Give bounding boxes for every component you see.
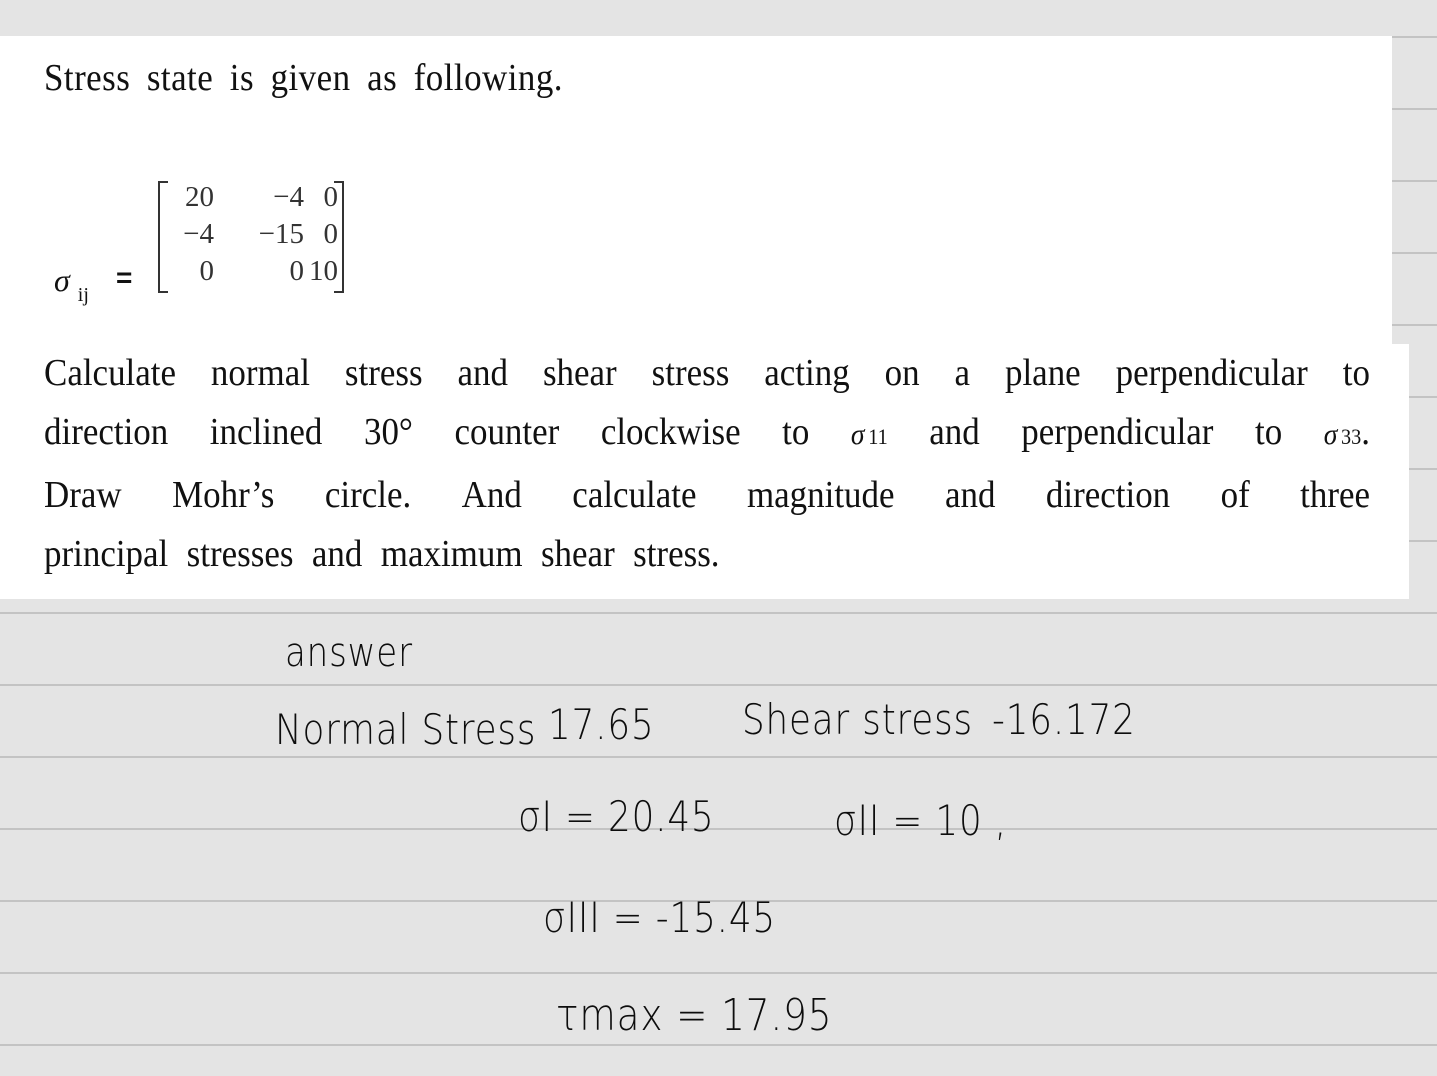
period: .: [1361, 410, 1371, 453]
word: stress: [651, 352, 730, 394]
word: to: [1254, 410, 1283, 453]
word: three: [1300, 474, 1371, 516]
word: 30°: [363, 410, 413, 453]
matrix-cell: 0: [323, 181, 339, 213]
sigma-subscript: 11: [868, 423, 888, 449]
word: normal: [210, 352, 310, 394]
word: on: [884, 352, 920, 394]
shear-stress-label: Shear stress: [742, 695, 974, 744]
ruled-line: [0, 756, 1437, 758]
max-shear-stress: τmax = 17.95: [556, 990, 833, 1041]
sigma-symbol: σ: [54, 262, 70, 298]
word: and: [311, 532, 363, 575]
word: plane: [1004, 352, 1081, 394]
matrix-cell: −4: [273, 181, 304, 213]
ruled-line: [0, 684, 1437, 686]
principal-stress-2: σII = 10 ,: [834, 796, 1007, 845]
normal-stress-value: 17.65: [548, 700, 655, 749]
word: circle.: [324, 474, 412, 516]
word: perpendicular: [1021, 410, 1214, 453]
paragraph-line: principal stresses and maximum shear stress.: [44, 525, 1370, 584]
ruled-line: [0, 1044, 1437, 1046]
word: magnitude: [746, 474, 895, 516]
word: Mohr’s: [172, 474, 275, 516]
sigma-symbol: σ: [850, 417, 865, 451]
principal-stress-1: σI = 20.45: [518, 792, 715, 841]
word: and: [929, 410, 980, 453]
problem-paragraph: Calculate normal stress and shear stress actin…: [44, 344, 1370, 583]
word: acting: [764, 352, 850, 394]
word: calculate: [572, 474, 697, 516]
matrix-cell: 0: [199, 255, 215, 287]
normal-stress-label: Normal Stress: [275, 705, 537, 754]
paragraph-line: Draw Mohr’s circle. And calculate magnitude an…: [44, 466, 1370, 525]
matrix-row: 0 0 10: [170, 255, 339, 291]
sigma-symbol: σ: [1323, 417, 1338, 451]
stress-matrix: 20 −4 0 −4 −15 0 0 0 10: [158, 181, 344, 293]
matrix-cell: −4: [183, 218, 214, 250]
word: and: [944, 474, 996, 516]
ruled-line: [0, 972, 1437, 974]
word: shear: [540, 532, 615, 575]
ruled-line: [0, 828, 1437, 830]
word: principal: [44, 532, 169, 575]
word: and: [457, 352, 509, 394]
word: maximum: [380, 532, 523, 575]
sigma-term: σ 11: [851, 403, 888, 467]
word: to: [1342, 352, 1370, 394]
matrix-cell: 0: [323, 218, 339, 250]
word: Calculate: [44, 352, 177, 394]
word: shear: [542, 352, 617, 394]
principal-stress-3: σIII = -15.45: [543, 893, 776, 942]
word: a: [954, 352, 971, 394]
word: direction: [44, 410, 169, 453]
matrix-left-bracket: [158, 181, 168, 293]
word: inclined: [209, 410, 323, 453]
word: clockwise: [600, 410, 741, 453]
matrix-cell: 20: [185, 181, 214, 213]
paragraph-line: direction inclined 30° counter clockwise to σ 1…: [44, 403, 1370, 467]
word: to: [782, 410, 810, 453]
sigma-term: σ 33.: [1324, 403, 1370, 467]
shear-stress-value: -16.172: [992, 695, 1136, 744]
paragraph-line: Calculate normal stress and shear stress actin…: [44, 344, 1370, 403]
word: stresses: [186, 532, 294, 575]
equals-sign: =: [116, 262, 133, 293]
word: direction: [1045, 474, 1171, 516]
tensor-label: σ ij: [54, 262, 89, 306]
problem-intro: Stress state is given as following.: [44, 57, 563, 99]
matrix-row: −4 −15 0: [170, 218, 338, 254]
matrix-cell: 10: [309, 255, 338, 287]
answer-heading: answer: [285, 630, 413, 676]
ruled-line: [0, 612, 1437, 614]
word: Draw: [44, 474, 122, 516]
word: perpendicular: [1115, 352, 1308, 394]
word: stress.: [633, 532, 720, 575]
word: And: [461, 474, 522, 516]
matrix-cell: −15: [258, 218, 304, 250]
matrix-row: 20 −4 0: [170, 181, 338, 217]
sigma-subscript: 33: [1341, 423, 1362, 449]
matrix-cell: 0: [289, 255, 305, 287]
word: stress: [344, 352, 423, 394]
word: counter: [454, 410, 560, 453]
tensor-subscript: ij: [77, 284, 89, 306]
word: of: [1220, 474, 1250, 516]
